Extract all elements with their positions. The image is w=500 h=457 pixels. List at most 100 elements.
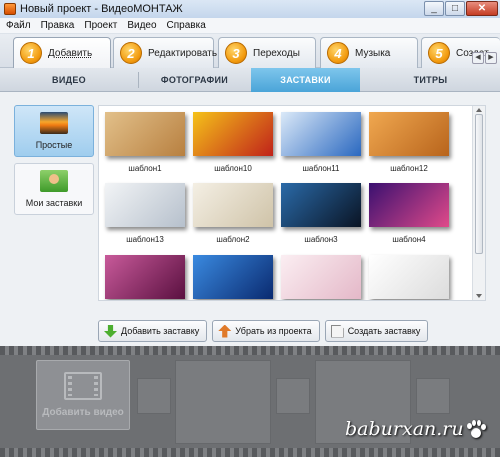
menu-video[interactable]: Видео bbox=[127, 20, 156, 31]
template-tile[interactable]: шаблон10 bbox=[191, 112, 275, 173]
template-label: шаблон11 bbox=[302, 164, 340, 173]
paw-icon bbox=[466, 420, 486, 440]
template-thumbnail bbox=[369, 112, 449, 156]
category-list: Простые Мои заставки bbox=[14, 105, 96, 221]
person-icon bbox=[40, 170, 68, 192]
film-perforation bbox=[0, 448, 500, 457]
template-tile[interactable] bbox=[367, 255, 451, 299]
template-label: шаблон12 bbox=[390, 164, 428, 173]
template-tile[interactable]: шаблон12 bbox=[367, 112, 451, 173]
menu-project[interactable]: Проект bbox=[84, 20, 117, 31]
tab-photos[interactable]: ФОТОГРАФИИ bbox=[139, 68, 250, 92]
document-icon bbox=[330, 324, 344, 338]
template-thumbnail bbox=[105, 255, 185, 299]
scroll-down-icon[interactable] bbox=[476, 294, 482, 298]
arrow-down-icon bbox=[104, 324, 117, 338]
scrollbar-thumb[interactable] bbox=[475, 114, 483, 254]
minimize-icon[interactable]: _ bbox=[424, 1, 444, 16]
tab-titles[interactable]: ТИТРЫ bbox=[361, 68, 500, 92]
remove-from-project-button[interactable]: Убрать из проекта bbox=[212, 320, 320, 342]
storyboard-slot bbox=[175, 360, 271, 444]
create-label: Создать заставку bbox=[347, 326, 421, 336]
category-my-intros[interactable]: Мои заставки bbox=[14, 163, 94, 215]
step-edit[interactable]: 2 Редактировать bbox=[113, 37, 218, 68]
template-thumbnail bbox=[369, 255, 449, 299]
chevron-right-icon[interactable]: ▶ bbox=[485, 52, 497, 64]
template-thumbnail bbox=[281, 112, 361, 156]
template-thumbnail bbox=[193, 183, 273, 227]
template-tile[interactable]: шаблон1 bbox=[103, 112, 187, 173]
gallery-scrollbar[interactable] bbox=[472, 106, 485, 300]
title-bar: Новый проект - ВидеоМОНТАЖ _ □ ✕ bbox=[0, 0, 500, 18]
template-label: шаблон10 bbox=[214, 164, 252, 173]
window-controls: _ □ ✕ bbox=[424, 1, 498, 16]
tab-intros[interactable]: ЗАСТАВКИ bbox=[251, 68, 360, 97]
step-label: Музыка bbox=[355, 47, 391, 59]
template-thumbnail bbox=[105, 183, 185, 227]
media-tabs: ВИДЕО ФОТОГРАФИИ ЗАСТАВКИ ТИТРЫ bbox=[0, 68, 500, 97]
close-icon[interactable]: ✕ bbox=[466, 1, 498, 16]
step-music[interactable]: 4 Музыка bbox=[320, 37, 418, 68]
category-label: Мои заставки bbox=[25, 198, 83, 208]
template-tile[interactable] bbox=[191, 255, 275, 299]
template-thumbnail bbox=[281, 183, 361, 227]
tab-video[interactable]: ВИДЕО bbox=[0, 68, 138, 92]
add-intro-button[interactable]: Добавить заставку bbox=[98, 320, 208, 342]
storyboard: Добавить видео bbox=[0, 346, 500, 457]
template-label: шаблон1 bbox=[128, 164, 162, 173]
sunset-icon bbox=[40, 112, 68, 134]
arrow-up-icon bbox=[218, 324, 232, 338]
menu-help[interactable]: Справка bbox=[167, 20, 206, 31]
template-thumbnail bbox=[105, 112, 185, 156]
menu-bar: Файл Правка Проект Видео Справка bbox=[0, 18, 500, 34]
add-video-button[interactable]: Добавить видео bbox=[36, 360, 130, 430]
template-actions: Добавить заставку Убрать из проекта Созд… bbox=[98, 320, 429, 342]
template-label: шаблон2 bbox=[216, 235, 250, 244]
template-tile[interactable]: шаблон3 bbox=[279, 183, 363, 244]
template-tile[interactable] bbox=[103, 255, 187, 299]
storyboard-slot bbox=[137, 378, 171, 414]
menu-file[interactable]: Файл bbox=[6, 20, 31, 31]
film-perforation bbox=[0, 346, 500, 355]
category-simple[interactable]: Простые bbox=[14, 105, 94, 157]
step-add[interactable]: 1 Добавить bbox=[13, 37, 111, 68]
storyboard-slot bbox=[416, 378, 450, 414]
maximize-icon[interactable]: □ bbox=[445, 1, 465, 16]
chevron-left-icon[interactable]: ◀ bbox=[472, 52, 484, 64]
template-thumbnail bbox=[193, 255, 273, 299]
template-tile[interactable]: шаблон2 bbox=[191, 183, 275, 244]
category-label: Простые bbox=[35, 140, 73, 150]
template-label: шаблон3 bbox=[304, 235, 338, 244]
step-number-badge: 4 bbox=[327, 42, 349, 64]
intros-panel: Простые Мои заставки шаблон1 шаблон10 шабл… bbox=[0, 92, 500, 346]
step-label: Добавить bbox=[48, 47, 93, 59]
template-thumbnail bbox=[193, 112, 273, 156]
add-video-label: Добавить видео bbox=[42, 407, 124, 418]
template-tile[interactable]: шаблон13 bbox=[103, 183, 187, 244]
menu-edit[interactable]: Правка bbox=[41, 20, 75, 31]
template-tile[interactable]: шаблон11 bbox=[279, 112, 363, 173]
step-label: Редактировать bbox=[148, 47, 218, 59]
remove-label: Убрать из проекта bbox=[235, 326, 312, 336]
template-gallery: шаблон1 шаблон10 шаблон11 шаблон12 шаблон13 ш… bbox=[98, 105, 486, 301]
template-tile[interactable] bbox=[279, 255, 363, 299]
step-tabs: 1 Добавить 2 Редактировать 3 Переходы 4 … bbox=[0, 34, 500, 68]
step-number-badge: 3 bbox=[225, 42, 247, 64]
template-thumbnail bbox=[369, 183, 449, 227]
template-thumbnail bbox=[281, 255, 361, 299]
step-number-badge: 5 bbox=[428, 42, 450, 64]
step-number-badge: 2 bbox=[120, 42, 142, 64]
template-label: шаблон4 bbox=[392, 235, 426, 244]
step-number-badge: 1 bbox=[20, 42, 42, 64]
template-label: шаблон13 bbox=[126, 235, 164, 244]
template-tile[interactable]: шаблон4 bbox=[367, 183, 451, 244]
storyboard-slot bbox=[276, 378, 310, 414]
step-transitions[interactable]: 3 Переходы bbox=[218, 37, 316, 68]
scroll-up-icon[interactable] bbox=[476, 108, 482, 112]
step-label: Переходы bbox=[253, 47, 300, 59]
create-intro-button[interactable]: Создать заставку bbox=[324, 320, 429, 342]
add-intro-label: Добавить заставку bbox=[121, 326, 200, 336]
film-icon bbox=[64, 372, 102, 400]
app-icon bbox=[4, 3, 16, 15]
window-title: Новый проект - ВидеоМОНТАЖ bbox=[20, 3, 183, 15]
